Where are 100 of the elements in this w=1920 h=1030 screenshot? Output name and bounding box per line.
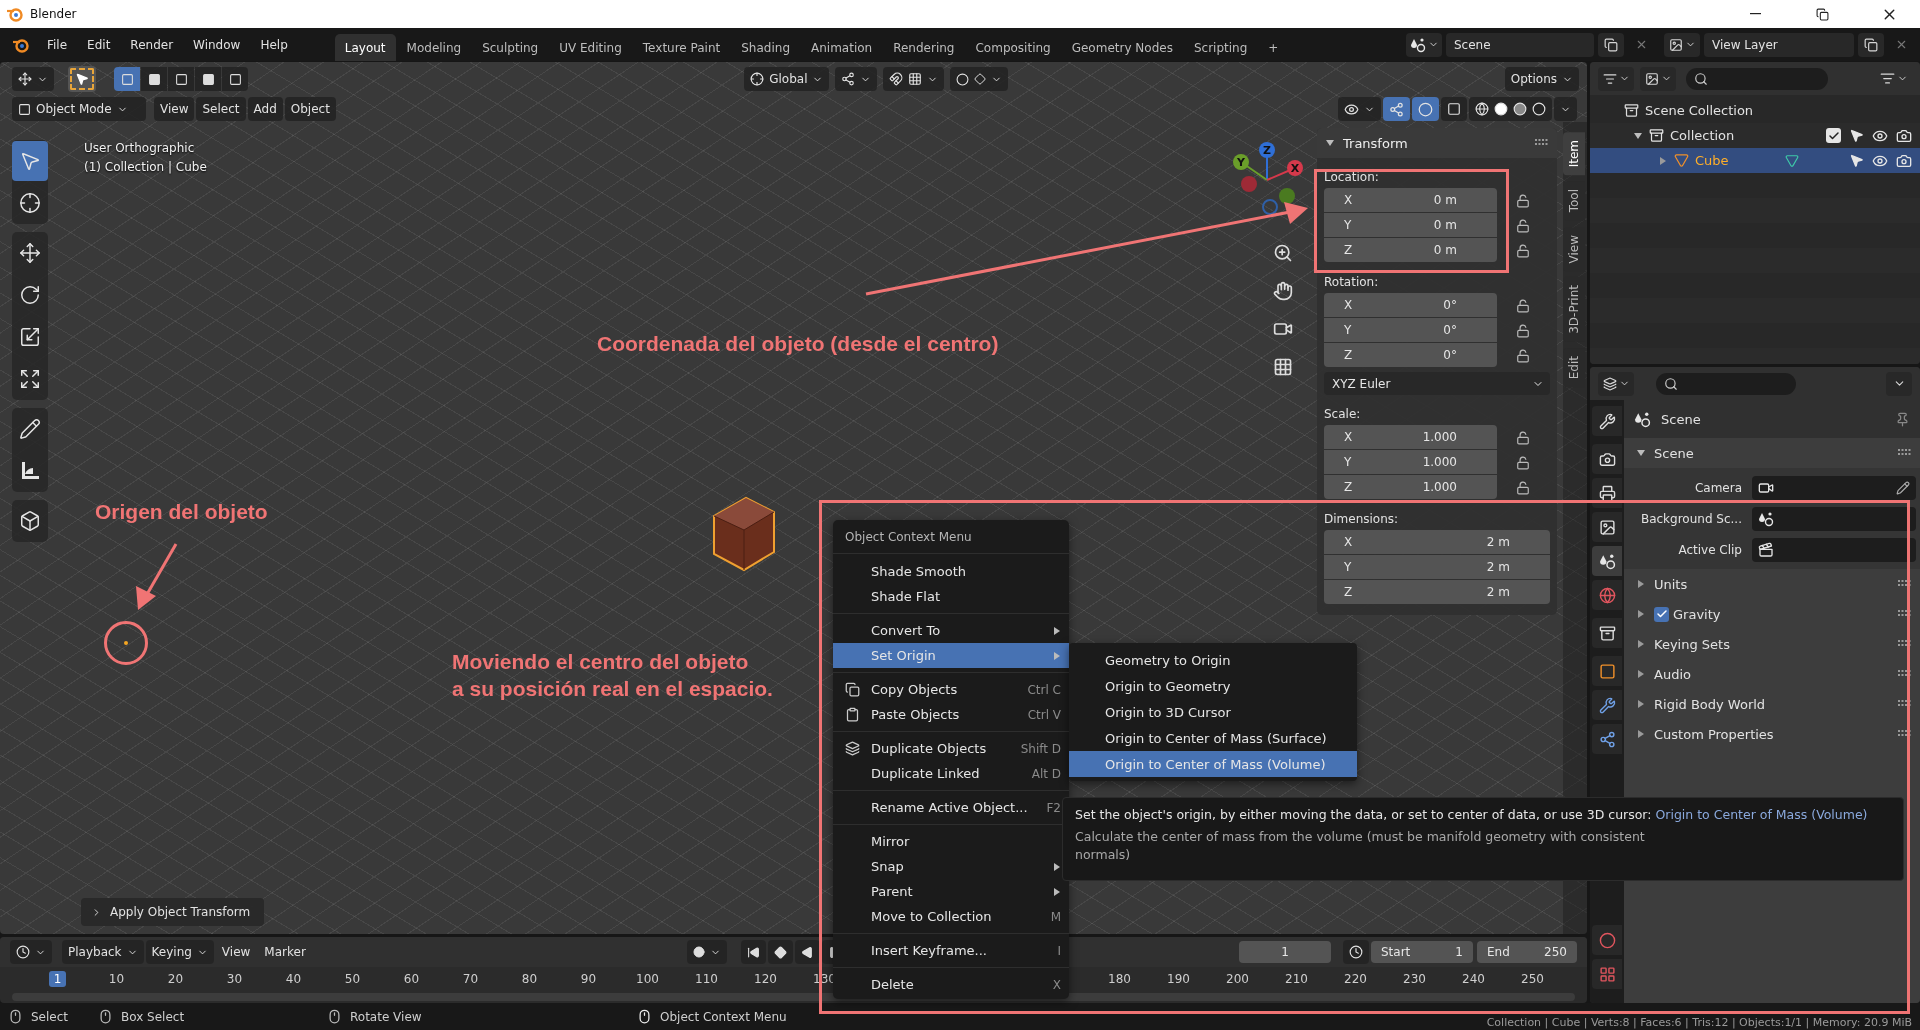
orientation-dropdown[interactable]: Global — [744, 67, 830, 91]
current-frame-marker: 1 — [48, 971, 67, 987]
sidebar-tab[interactable]: Tool — [1563, 181, 1585, 221]
last-operator-panel[interactable]: Apply Object Transform — [81, 898, 265, 926]
workspace-tab[interactable]: Compositing — [965, 34, 1061, 61]
frame-number: 30 — [225, 971, 244, 987]
number-field[interactable]: Y 0 m — [1324, 213, 1497, 237]
frame-number: 90 — [579, 971, 598, 987]
workspace-tab[interactable]: UV Editing — [549, 34, 632, 61]
menu-item[interactable]: Origin to Center of Mass (Surface) — [1069, 725, 1357, 751]
menu-item[interactable]: Shade Smooth — [833, 559, 1069, 584]
menu-item[interactable]: Insert Keyframe... I — [833, 938, 1069, 963]
viewport-menu[interactable]: Object — [284, 97, 336, 121]
status-hint: Box Select — [121, 1009, 185, 1024]
workspace-tab[interactable]: Modeling — [396, 34, 472, 61]
subpanel-header[interactable]: Audio — [1624, 659, 1920, 689]
annotation-text: Moviendo el centro del objeto a su posición real en el espacio. — [452, 649, 773, 702]
menu-title: Object Context Menu — [833, 520, 1069, 554]
axis-handle[interactable]: X — [1266, 160, 1303, 181]
number-field[interactable]: Z 2 m — [1324, 580, 1550, 604]
add-workspace-tab[interactable]: + — [1258, 34, 1289, 61]
number-field[interactable]: Y 2 m — [1324, 555, 1550, 579]
menu-item[interactable]: Origin to Center of Mass (Volume) — [1069, 751, 1357, 777]
menu-item[interactable]: Parent — [833, 879, 1069, 904]
axis-handle[interactable]: Y — [1233, 154, 1268, 181]
menu-item[interactable]: Convert To — [833, 618, 1069, 643]
frame-number: 220 — [1343, 971, 1368, 987]
subpanel-header[interactable]: Custom Properties — [1624, 719, 1920, 749]
timeline-menu[interactable]: Playback — [62, 940, 144, 964]
current-frame-field[interactable]: 1 — [1239, 941, 1331, 963]
property-label: Camera — [1693, 480, 1742, 495]
panel-header[interactable]: Scene — [1624, 438, 1920, 468]
menu-item[interactable]: Help — [251, 33, 297, 56]
workspace-tab[interactable]: Layout — [334, 34, 396, 61]
number-field[interactable]: Y 0° — [1324, 318, 1497, 342]
frame-number: 20 — [166, 971, 185, 987]
group-label: Dimensions: — [1323, 511, 1400, 528]
number-field[interactable]: Z 0° — [1324, 343, 1497, 367]
end-frame-field[interactable]: End 250 — [1477, 941, 1577, 963]
workspace-tab[interactable]: Animation — [801, 34, 883, 61]
frame-number: 190 — [1166, 971, 1191, 987]
workspace-tab[interactable]: Sculpting — [472, 34, 549, 61]
subpanel-header[interactable]: Keying Sets — [1624, 629, 1920, 659]
mode-dropdown[interactable]: Object Mode — [12, 97, 146, 121]
menu-item[interactable]: Duplicate Objects Shift D — [833, 736, 1069, 761]
menu-item[interactable]: Render — [121, 33, 183, 56]
menu-item[interactable]: Move to Collection M — [833, 904, 1069, 929]
scene-name-field[interactable]: Scene — [1446, 32, 1594, 57]
tooltip-description: Calculate the center of mass from the volume (must be manifold geometry with consistent normals) — [1075, 828, 1646, 864]
menu-item[interactable]: Window — [184, 33, 250, 56]
viewport-menu[interactable]: Select — [196, 97, 246, 121]
sidebar-tab[interactable]: Item — [1563, 132, 1585, 176]
subpanel-header[interactable]: Units — [1624, 569, 1920, 599]
number-field[interactable]: X 0° — [1324, 293, 1497, 317]
sidebar-tab[interactable]: View — [1563, 226, 1585, 272]
menu-item[interactable]: File — [38, 33, 77, 56]
frame-number: 240 — [1461, 971, 1486, 987]
options-dropdown[interactable]: Options — [1504, 67, 1579, 91]
workspace-tab[interactable]: Texture Paint — [632, 34, 731, 61]
axis-handle[interactable]: Z — [1259, 142, 1275, 181]
frame-number: 70 — [461, 971, 480, 987]
timeline-menu[interactable]: Keying — [145, 940, 214, 964]
menu-item[interactable]: Paste Objects Ctrl V — [833, 702, 1069, 727]
number-field[interactable]: Y 1.000 — [1324, 450, 1497, 474]
subpanel-header[interactable]: Gravity — [1624, 599, 1920, 629]
menu-item[interactable]: Origin to 3D Cursor — [1069, 699, 1357, 725]
number-field[interactable]: Z 0 m — [1324, 238, 1497, 262]
menu-item[interactable]: Shade Flat — [833, 584, 1069, 609]
menu-item[interactable]: Delete X — [833, 972, 1069, 997]
viewport-menu[interactable]: View — [154, 97, 195, 121]
number-field[interactable]: X 0 m — [1324, 188, 1497, 212]
menu-item[interactable]: Duplicate Linked Alt D — [833, 761, 1069, 786]
sidebar-tab[interactable]: 3D-Print — [1563, 277, 1585, 342]
viewport-menu[interactable]: Add — [247, 97, 283, 121]
view-layer-name-field[interactable]: View Layer — [1704, 32, 1854, 57]
panel-title: Transform — [1343, 135, 1408, 151]
workspace-tab[interactable]: Shading — [731, 34, 800, 61]
menu-item[interactable]: Origin to Geometry — [1069, 673, 1357, 699]
outliner-item-label: Cube — [1695, 153, 1729, 168]
menu-item[interactable]: Edit — [78, 33, 120, 56]
timeline-menu[interactable]: Marker — [258, 940, 312, 964]
start-frame-field[interactable]: Start 1 — [1371, 941, 1473, 963]
property-label: Background Sc... — [1639, 511, 1742, 526]
rotation-mode-dropdown[interactable]: XYZ Euler — [1324, 372, 1550, 395]
outliner-row[interactable]: Cube — [1590, 148, 1920, 173]
timeline-menu[interactable]: View — [215, 940, 257, 964]
status-hint: Select — [31, 1009, 69, 1024]
workspace-tab[interactable]: Rendering — [883, 34, 965, 61]
workspace-tab[interactable]: Scripting — [1183, 34, 1258, 61]
menu-item[interactable]: Set Origin — [833, 643, 1069, 668]
frame-number: 60 — [402, 971, 421, 987]
frame-number: 230 — [1402, 971, 1427, 987]
number-field[interactable]: X 2 m — [1324, 530, 1550, 554]
number-field[interactable]: X 1.000 — [1324, 425, 1497, 449]
workspace-tab[interactable]: Geometry Nodes — [1061, 34, 1183, 61]
subpanel-header[interactable]: Rigid Body World — [1624, 689, 1920, 719]
number-field[interactable]: Z 1.000 — [1324, 475, 1497, 499]
menu-item[interactable]: Copy Objects Ctrl C — [833, 677, 1069, 702]
menu-item[interactable]: Geometry to Origin — [1069, 647, 1357, 673]
frame-number: 110 — [694, 971, 719, 987]
